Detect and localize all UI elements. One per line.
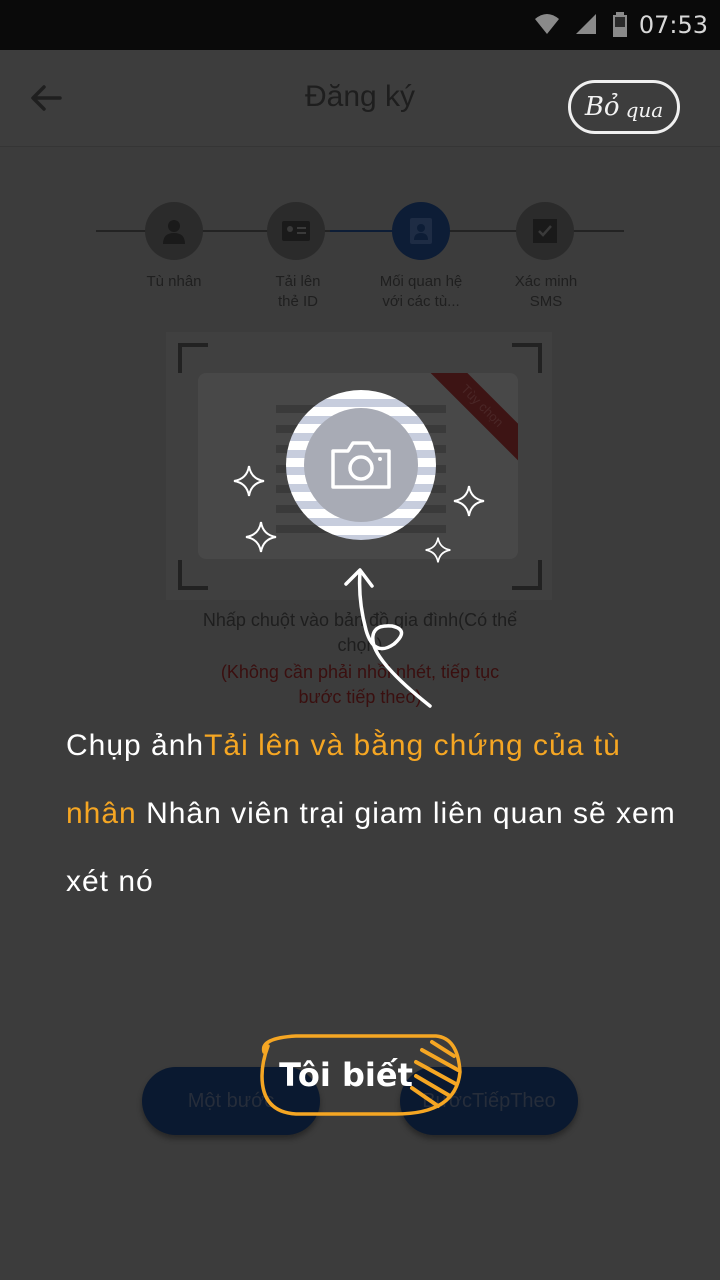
skip-label-2: qua xyxy=(625,98,664,122)
tooltip-text-1: Chụp ảnh xyxy=(66,729,205,762)
step-label-sms: Xác minh SMS xyxy=(481,272,611,312)
step-sms[interactable] xyxy=(516,202,574,260)
curved-arrow-icon xyxy=(344,568,432,708)
step-label-line: Tải lên thẻ ID xyxy=(275,273,321,310)
frame-corner xyxy=(178,560,208,590)
status-time: 07:53 xyxy=(638,11,708,39)
got-it-button[interactable]: Tôi biết xyxy=(256,1032,466,1118)
frame-corner xyxy=(178,343,208,373)
got-it-label: Tôi biết xyxy=(279,1056,413,1094)
status-icons xyxy=(534,12,628,38)
frame-corner xyxy=(512,343,542,373)
person-icon xyxy=(163,220,185,244)
step-prisoner[interactable] xyxy=(145,202,203,260)
step-relationship[interactable] xyxy=(392,202,450,260)
checkbox-icon xyxy=(533,219,557,243)
camera-upload-button[interactable] xyxy=(286,390,436,540)
step-label-upload-id: Tải lên thẻ ID xyxy=(233,272,363,312)
battery-icon xyxy=(613,12,627,37)
step-label-relationship: Mối quan hệ với các tù... xyxy=(356,272,486,312)
camera-icon xyxy=(331,441,391,489)
status-bar: 07:53 xyxy=(0,0,720,50)
sparkle-icon xyxy=(245,521,277,553)
step-upload-id[interactable] xyxy=(267,202,325,260)
step-label-line: Mối quan hệ với các tù... xyxy=(379,273,463,310)
guide-tooltip: Chụp ảnhTải lên và bằng chứng của tù nhâ… xyxy=(66,712,696,916)
frame-corner xyxy=(512,560,542,590)
step-label-line: Xác minh SMS xyxy=(514,273,578,310)
id-card-icon xyxy=(282,221,310,241)
tooltip-text-2: Nhân viên trại giam liên quan sẽ xem xét… xyxy=(66,797,676,898)
signal-icon xyxy=(576,14,596,34)
sparkle-icon xyxy=(233,465,265,497)
step-label-prisoner: Tù nhân xyxy=(146,273,202,290)
skip-label-1: Bỏ xyxy=(584,92,620,122)
skip-button[interactable]: Bỏ qua xyxy=(568,80,680,134)
wifi-icon xyxy=(535,14,559,34)
camera-inner xyxy=(304,408,418,522)
contact-icon xyxy=(410,218,432,244)
sparkle-icon xyxy=(453,485,485,517)
